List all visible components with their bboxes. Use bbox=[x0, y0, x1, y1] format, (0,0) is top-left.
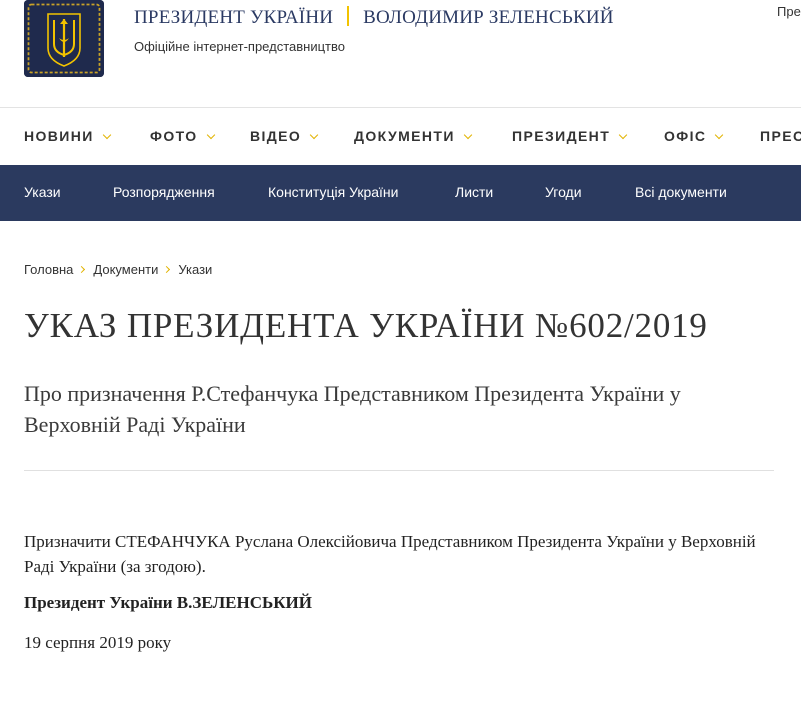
document-date: 19 серпня 2019 року bbox=[24, 633, 172, 652]
site-subtitle: Офіційне інтернет-представництво bbox=[134, 39, 345, 54]
top-right-link[interactable]: Пре bbox=[777, 4, 801, 19]
nav-item-label: ФОТО bbox=[150, 128, 198, 144]
chevron-down-icon bbox=[618, 130, 628, 140]
coat-of-arms-logo-icon[interactable] bbox=[24, 0, 104, 77]
nav-item-photo[interactable]: ФОТО bbox=[150, 128, 215, 144]
site-title[interactable]: ПРЕЗИДЕНТ УКРАЇНИ ВОЛОДИМИР ЗЕЛЕНСЬКИЙ bbox=[134, 6, 614, 29]
subnav-item-orders[interactable]: Розпорядження bbox=[113, 184, 215, 200]
nav-item-label: ПРЕЗИДЕНТ bbox=[512, 128, 611, 144]
chevron-right-icon bbox=[78, 265, 86, 274]
nav-item-label: ОФІС bbox=[664, 128, 707, 144]
chevron-down-icon bbox=[715, 130, 724, 140]
title-separator bbox=[347, 6, 350, 26]
subnav-item-agreements[interactable]: Угоди bbox=[545, 184, 582, 200]
site-title-name: ВОЛОДИМИР ЗЕЛЕНСЬКИЙ bbox=[363, 7, 614, 28]
nav-item-office[interactable]: ОФІС bbox=[664, 128, 724, 144]
nav-item-president[interactable]: ПРЕЗИДЕНТ bbox=[512, 128, 628, 144]
breadcrumb-home[interactable]: Головна bbox=[24, 262, 73, 277]
document-body: Призначити СТЕФАНЧУКА Руслана Олексійови… bbox=[24, 532, 756, 576]
subnav-item-constitution[interactable]: Конституція України bbox=[268, 184, 398, 200]
subnav-item-letters[interactable]: Листи bbox=[455, 184, 493, 200]
main-navigation: НОВИНИ ФОТО ВІДЕО ДОКУМЕНТИ ПРЕЗИДЕНТ ОФ… bbox=[0, 108, 801, 165]
chevron-down-icon bbox=[309, 130, 319, 140]
chevron-right-icon bbox=[163, 265, 171, 274]
nav-item-label: ВІДЕО bbox=[250, 128, 302, 144]
site-header: ПРЕЗИДЕНТ УКРАЇНИ ВОЛОДИМИР ЗЕЛЕНСЬКИЙ Оф… bbox=[0, 0, 801, 107]
chevron-down-icon bbox=[463, 130, 473, 140]
breadcrumb-documents[interactable]: Документи bbox=[93, 262, 158, 277]
nav-item-press[interactable]: ПРЕС bbox=[760, 128, 801, 144]
nav-item-label: ПРЕС bbox=[760, 128, 801, 144]
nav-item-label: НОВИНИ bbox=[24, 128, 94, 144]
subnav-item-all-documents[interactable]: Всі документи bbox=[635, 184, 727, 200]
document-signature: Президент України В.ЗЕЛЕНСЬКИЙ bbox=[24, 593, 312, 612]
nav-item-news[interactable]: НОВИНИ bbox=[24, 128, 111, 144]
subnav-item-decrees[interactable]: Укази bbox=[24, 184, 61, 200]
document-subtitle: Про призначення Р.Стефанчука Представник… bbox=[24, 381, 681, 437]
nav-item-video[interactable]: ВІДЕО bbox=[250, 128, 319, 144]
site-title-president: ПРЕЗИДЕНТ УКРАЇНИ bbox=[134, 7, 334, 28]
chevron-down-icon bbox=[206, 130, 215, 140]
nav-item-label: ДОКУМЕНТИ bbox=[354, 128, 455, 144]
documents-subnav: Укази Розпорядження Конституція України … bbox=[0, 165, 801, 221]
nav-item-documents[interactable]: ДОКУМЕНТИ bbox=[354, 128, 473, 144]
page-title: УКАЗ ПРЕЗИДЕНТА УКРАЇНИ №602/2019 bbox=[24, 306, 708, 345]
breadcrumb-decrees[interactable]: Укази bbox=[178, 262, 212, 277]
chevron-down-icon bbox=[102, 130, 111, 140]
content-divider bbox=[24, 470, 774, 471]
breadcrumb: Головна Документи Укази bbox=[24, 262, 212, 277]
